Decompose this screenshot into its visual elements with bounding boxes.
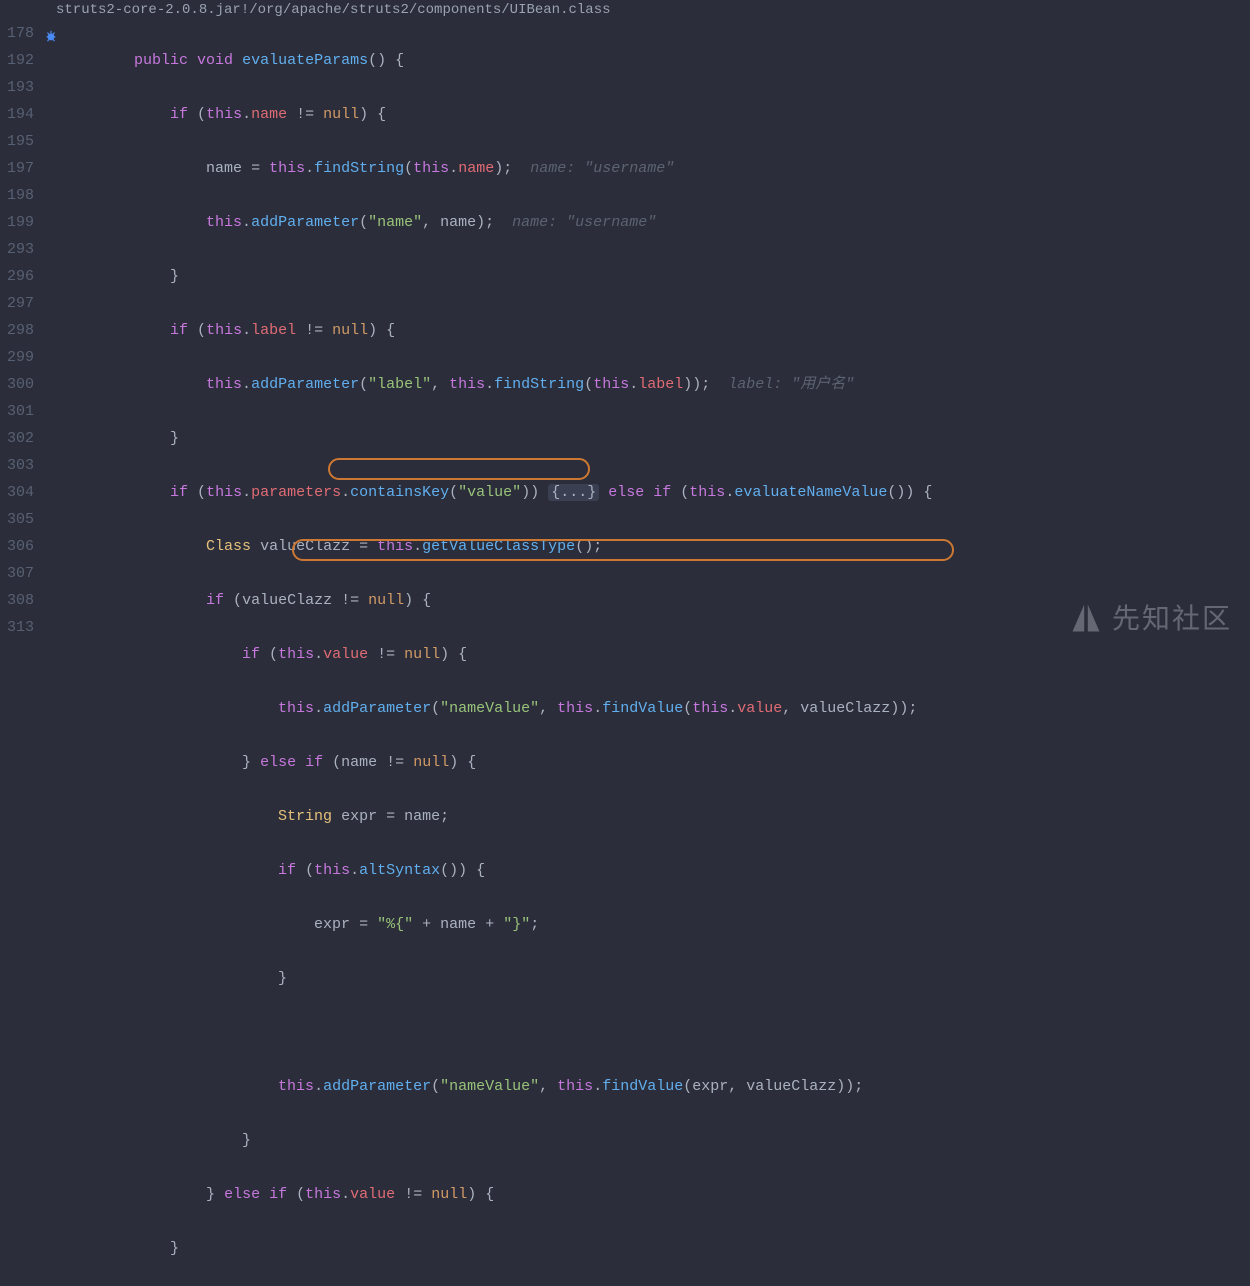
bug-icon [44, 26, 58, 53]
fold-marker[interactable]: {...} [548, 484, 599, 501]
code-content[interactable]: public void evaluateParams() { if (this.… [62, 20, 1250, 1286]
watermark-logo-icon [1068, 600, 1104, 636]
icon-gutter [42, 20, 62, 1286]
breadcrumb: struts2-core-2.0.8.jar!/org/apache/strut… [0, 0, 1250, 20]
line-number-gutter: 178 192 193 194 195 197 198 199 293 296 … [0, 20, 42, 1286]
code-editor[interactable]: 178 192 193 194 195 197 198 199 293 296 … [0, 20, 1250, 1286]
watermark: 先知社区 [1068, 600, 1232, 636]
